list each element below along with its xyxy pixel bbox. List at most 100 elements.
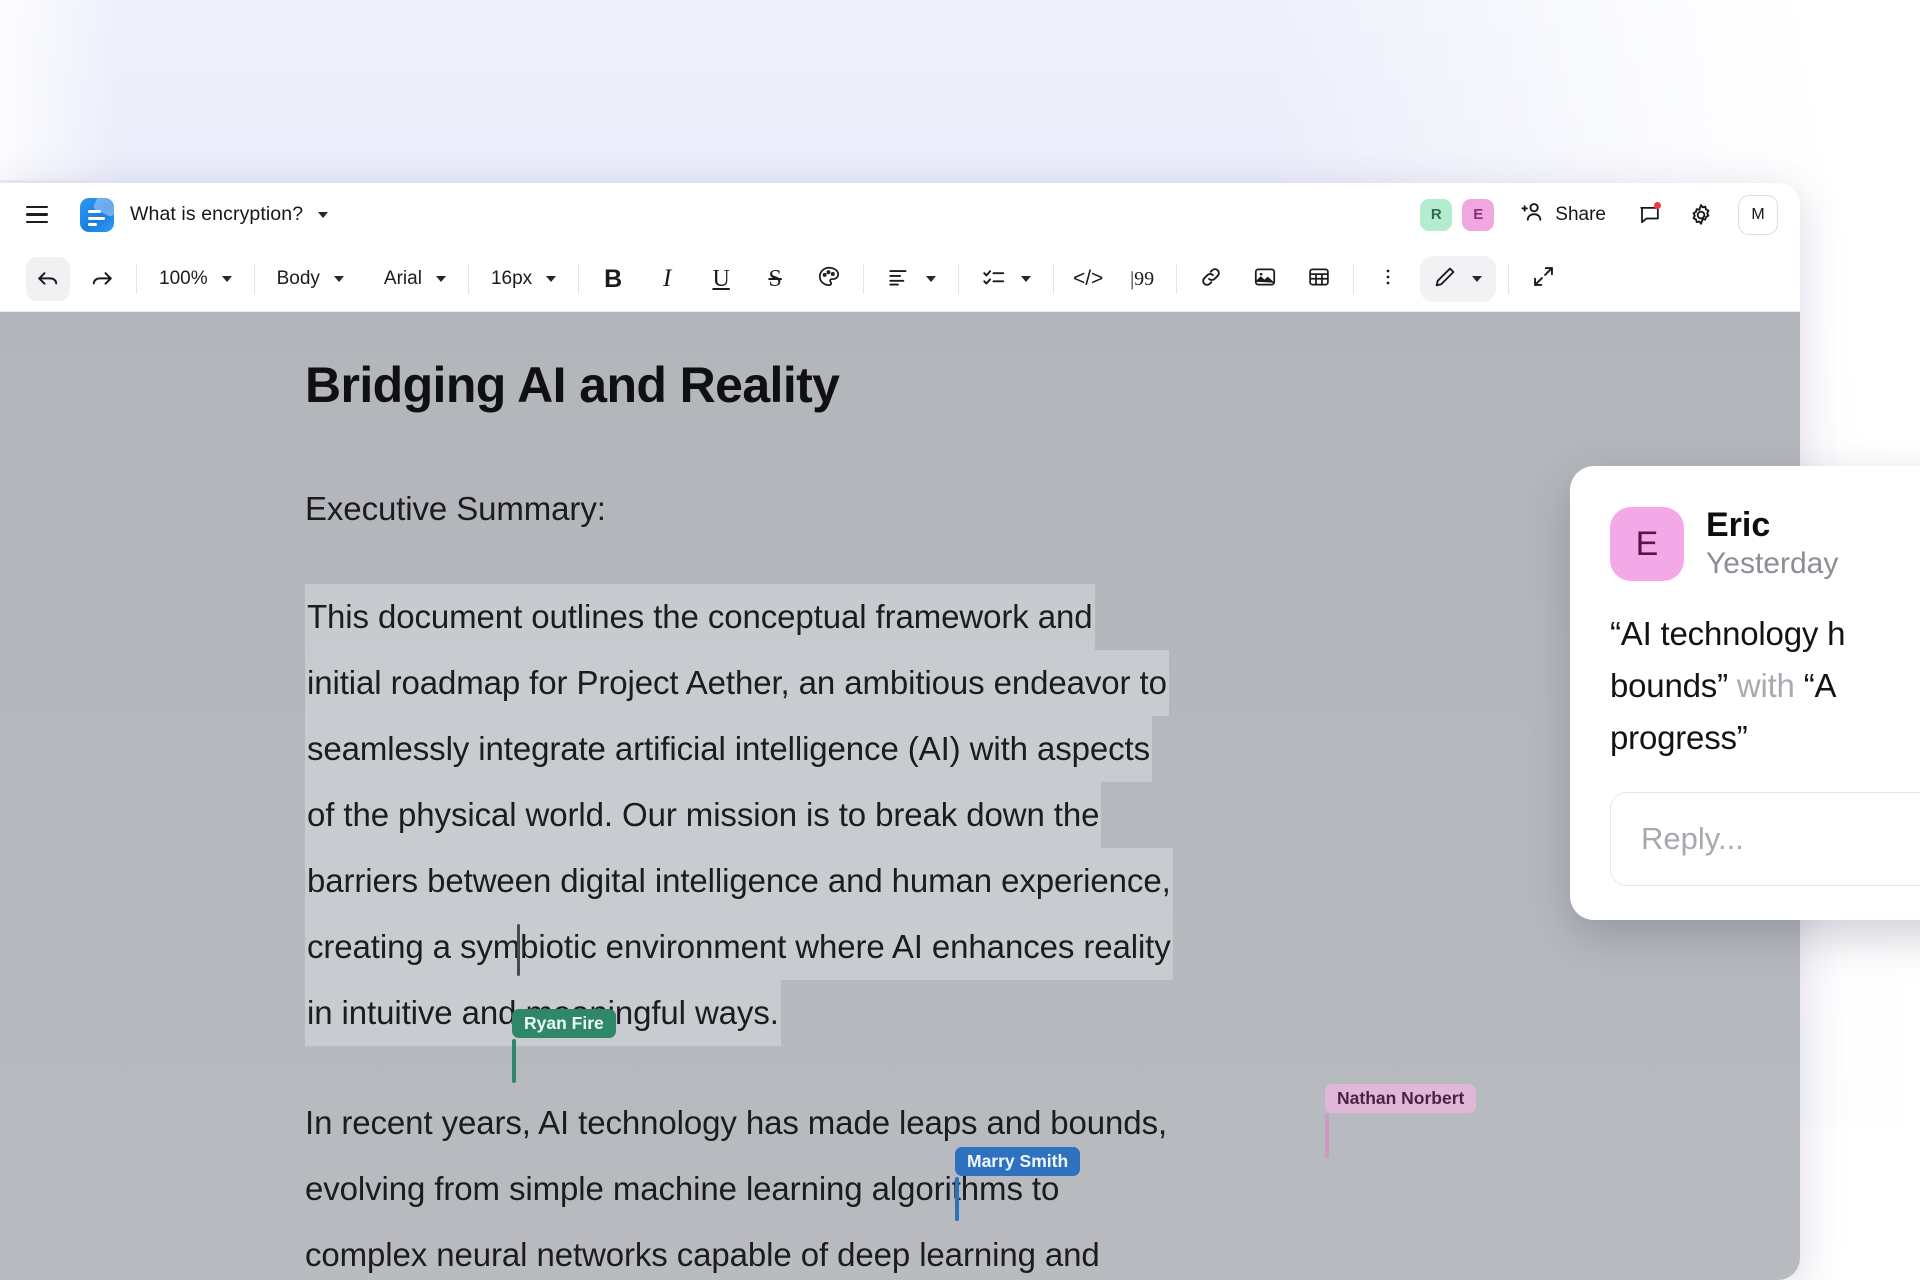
insert-link-button[interactable] bbox=[1189, 257, 1233, 301]
second-paragraph[interactable]: In recent years, AI technology has made … bbox=[305, 1090, 1535, 1280]
document-title[interactable]: What is encryption? bbox=[130, 203, 303, 226]
undo-button[interactable] bbox=[26, 257, 70, 301]
link-icon bbox=[1198, 264, 1224, 295]
align-dropdown[interactable] bbox=[876, 257, 946, 301]
zoom-dropdown[interactable]: 100% bbox=[149, 257, 242, 301]
title-bar: What is encryption? R E Share M bbox=[0, 183, 1800, 246]
collaborator-cursor-marry-smith: Marry Smith bbox=[955, 1147, 1081, 1221]
chevron-down-icon bbox=[435, 276, 446, 282]
avatar-collaborator-r[interactable]: R bbox=[1420, 198, 1453, 231]
toolbar-divider bbox=[578, 264, 580, 294]
toolbar-divider bbox=[253, 264, 255, 294]
paragraph-style-value: Body bbox=[276, 268, 320, 289]
reply-input[interactable]: Reply... bbox=[1610, 792, 1920, 887]
executive-summary-label: Executive Summary: bbox=[305, 490, 606, 527]
comment-badge-dot bbox=[1653, 201, 1661, 209]
collaborator-name-label: Ryan Fire bbox=[512, 1009, 616, 1039]
selected-paragraph[interactable]: This document outlines the conceptual fr… bbox=[305, 584, 1535, 1046]
code-button[interactable]: </> bbox=[1066, 257, 1110, 301]
chevron-down-icon bbox=[926, 276, 937, 282]
text-color-button[interactable] bbox=[807, 257, 851, 301]
comment-quote-fragment: bounds” bbox=[1610, 667, 1728, 705]
paragraph-line: initial roadmap for Project Aether, an a… bbox=[305, 650, 1169, 716]
font-family-dropdown[interactable]: Arial bbox=[374, 257, 456, 301]
chevron-down-icon bbox=[1472, 276, 1483, 282]
comment-text-line: “AI technology h bbox=[1610, 615, 1846, 653]
chevron-down-icon[interactable] bbox=[318, 211, 329, 218]
chevron-down-icon bbox=[1021, 276, 1032, 282]
comment-author-avatar: E bbox=[1610, 507, 1684, 582]
document-canvas[interactable]: Bridging AI and Reality Executive Summar… bbox=[0, 312, 1800, 1280]
table-icon bbox=[1306, 264, 1332, 295]
comment-meta: Eric Yesterday bbox=[1706, 506, 1838, 582]
comment-card[interactable]: E Eric Yesterday “AI technology h bounds… bbox=[1570, 466, 1920, 921]
share-button[interactable]: Share bbox=[1520, 199, 1606, 230]
bold-label: B bbox=[604, 264, 623, 293]
header-actions: R E Share M bbox=[1420, 194, 1778, 235]
chevron-down-icon bbox=[333, 276, 344, 282]
toolbar-divider bbox=[958, 264, 960, 294]
background-left-fade bbox=[0, 0, 120, 180]
paragraph-line: creating a symbiotic environment where A… bbox=[305, 914, 1173, 980]
paragraph-line: barriers between digital intelligence an… bbox=[305, 848, 1173, 914]
fullscreen-button[interactable] bbox=[1521, 257, 1565, 301]
toolbar-divider bbox=[1053, 264, 1055, 294]
comment-muted-word: with bbox=[1736, 667, 1795, 705]
expand-icon bbox=[1530, 263, 1557, 295]
comment-text-line: progress” bbox=[1610, 719, 1748, 757]
underline-label: U bbox=[712, 265, 730, 292]
document-body[interactable]: Bridging AI and Reality Executive Summar… bbox=[305, 356, 1535, 1280]
add-person-icon bbox=[1520, 199, 1546, 230]
paragraph-line: complex neural networks capable of deep … bbox=[305, 1236, 1100, 1273]
insert-table-button[interactable] bbox=[1297, 257, 1341, 301]
chevron-down-icon bbox=[221, 276, 232, 282]
toolbar-divider bbox=[1353, 264, 1355, 294]
collaborator-name-label: Marry Smith bbox=[955, 1147, 1081, 1177]
align-left-icon bbox=[886, 264, 912, 295]
palette-icon bbox=[816, 264, 842, 295]
avatar-collaborator-e[interactable]: E bbox=[1462, 198, 1495, 231]
strikethrough-label: S bbox=[768, 265, 782, 292]
collaborator-cursor-nathan-norbert: Nathan Norbert bbox=[1325, 1084, 1477, 1158]
font-size-dropdown[interactable]: 16px bbox=[481, 257, 566, 301]
toolbar-divider bbox=[863, 264, 865, 294]
pen-tool-dropdown[interactable] bbox=[1420, 256, 1497, 302]
user-avatar-chip[interactable]: M bbox=[1738, 194, 1778, 235]
insert-image-button[interactable] bbox=[1243, 257, 1287, 301]
collaborator-caret bbox=[512, 1039, 516, 1083]
gear-icon[interactable] bbox=[1684, 198, 1718, 232]
collaborator-cursor-ryan-fire: Ryan Fire bbox=[512, 1009, 616, 1083]
comment-text: “AI technology h bounds” with “A progres… bbox=[1610, 608, 1920, 764]
paragraph-style-dropdown[interactable]: Body bbox=[267, 257, 354, 301]
formatting-toolbar: 100% Body Arial 16px B I U S </> |99 bbox=[0, 246, 1800, 312]
quote-button[interactable]: |99 bbox=[1120, 257, 1164, 301]
comment-icon[interactable] bbox=[1632, 198, 1666, 232]
comment-text-line: bounds” with “A bbox=[1610, 660, 1920, 712]
image-icon bbox=[1252, 264, 1278, 295]
checklist-dropdown[interactable] bbox=[971, 257, 1041, 301]
pencil-icon bbox=[1432, 264, 1458, 295]
strikethrough-button[interactable]: S bbox=[753, 257, 797, 301]
paragraph-line: evolving from simple machine learning al… bbox=[305, 1170, 1060, 1207]
font-family-value: Arial bbox=[383, 268, 422, 289]
toolbar-divider bbox=[136, 264, 137, 294]
toolbar-divider bbox=[467, 264, 469, 294]
checklist-icon bbox=[981, 264, 1007, 295]
comment-author-name: Eric bbox=[1706, 506, 1771, 544]
bold-button[interactable]: B bbox=[591, 257, 635, 301]
underline-button[interactable]: U bbox=[699, 257, 743, 301]
italic-button[interactable]: I bbox=[645, 257, 689, 301]
zoom-value: 100% bbox=[159, 268, 208, 289]
font-size-value: 16px bbox=[490, 268, 533, 289]
more-options-button[interactable] bbox=[1366, 257, 1410, 301]
redo-button[interactable] bbox=[80, 257, 124, 301]
document-heading: Bridging AI and Reality bbox=[305, 357, 840, 413]
paragraph-line: of the physical world. Our mission is to… bbox=[305, 782, 1102, 848]
paragraph-line: This document outlines the conceptual fr… bbox=[305, 584, 1095, 650]
share-label: Share bbox=[1555, 203, 1606, 225]
collaborator-caret bbox=[955, 1177, 959, 1221]
italic-label: I bbox=[662, 265, 672, 292]
paragraph-line: seamlessly integrate artificial intellig… bbox=[305, 716, 1152, 782]
text-cursor bbox=[517, 924, 520, 976]
hamburger-icon[interactable] bbox=[26, 202, 52, 228]
